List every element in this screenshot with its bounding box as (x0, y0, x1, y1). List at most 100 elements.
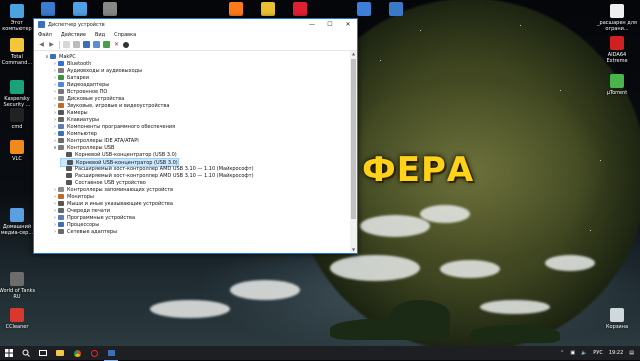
update-driver-icon[interactable] (103, 41, 110, 48)
tree-item[interactable]: › Bluetooth (52, 60, 91, 67)
menu-bar: Файл Действие Вид Справка (34, 30, 357, 39)
tree-item[interactable]: › Клавиатуры (52, 116, 99, 123)
tree-root[interactable]: ∨ MakPC (44, 53, 76, 60)
tree-item[interactable]: › Встроенное ПО (52, 88, 107, 95)
desktop-shortcut[interactable]: Kaspersky Security ... (0, 80, 37, 108)
tree-item[interactable]: › Очереди печати (52, 207, 110, 214)
tree-item[interactable]: › Видеоадаптеры (52, 81, 109, 88)
properties-icon[interactable] (63, 41, 70, 48)
help-icon[interactable] (83, 41, 90, 48)
tree-item[interactable]: › Мыши и иные указывающие устройства (52, 200, 173, 207)
desktop-shortcut[interactable]: World of Tanks RU (0, 272, 37, 300)
scroll-up-icon[interactable]: ▲ (350, 51, 357, 57)
tree-item[interactable]: ∨ Контроллеры USB (52, 144, 114, 151)
desktop-shortcut[interactable]: AIDA64 Extreme (597, 36, 637, 64)
scroll-down-icon[interactable]: ▼ (350, 247, 357, 253)
desktop-shortcut[interactable] (388, 2, 404, 18)
desktop-shortcut[interactable] (356, 2, 372, 18)
menu-file[interactable]: Файл (38, 32, 52, 38)
tree-item[interactable]: › Аудиовходы и аудиовыходы (52, 67, 142, 74)
desktop-shortcut[interactable]: VLC (0, 140, 37, 162)
desktop-shortcut[interactable] (72, 2, 88, 18)
back-arrow-icon[interactable]: ◀ (38, 41, 45, 48)
tree-item[interactable]: › Камеры (52, 109, 88, 116)
disable-icon[interactable] (123, 41, 129, 48)
desktop-shortcut[interactable] (292, 2, 308, 18)
opera-icon[interactable] (87, 346, 101, 360)
forward-arrow-icon[interactable]: ▶ (48, 41, 55, 48)
view-icon[interactable] (73, 41, 80, 48)
tree-item[interactable]: › Мониторы (52, 193, 94, 200)
device-category-icon (58, 145, 64, 150)
desktop-shortcut[interactable]: cmd (0, 108, 37, 130)
device-category-icon (58, 89, 64, 94)
tree-item-label: Контроллеры IDE ATA/ATAPI (67, 137, 139, 144)
tree-item-label: Очереди печати (67, 207, 111, 214)
desktop-shortcut[interactable]: _расшарен для ограни... (597, 4, 637, 32)
network-icon[interactable]: ▣ (570, 350, 575, 356)
device-category-icon (58, 194, 64, 199)
task-view-icon[interactable] (36, 346, 50, 360)
tree-usb-device[interactable]: Корневой USB-концентратор (USB 3.0) (60, 151, 177, 158)
desktop-shortcut[interactable] (228, 2, 244, 18)
scan-hardware-icon[interactable] (93, 41, 100, 48)
tree-item-label: Клавиатуры (67, 116, 100, 123)
desktop-shortcut[interactable] (40, 2, 56, 18)
desktop-shortcut[interactable]: Total Command... (0, 38, 37, 66)
desktop-shortcut[interactable] (260, 2, 276, 18)
close-button[interactable]: ✕ (339, 19, 357, 30)
device-tree: ∨ MakPC › Bluetooth › Аудиовходы и аудиовыход… (34, 51, 350, 253)
desktop-shortcut[interactable]: µTorrent (597, 74, 637, 96)
tree-item[interactable]: › Компоненты программного обеспечения (52, 123, 175, 130)
tree-item[interactable]: › Контроллеры IDE ATA/ATAPI (52, 137, 139, 144)
desktop-shortcut[interactable]: Домашний медиа-сер... (0, 208, 37, 236)
notifications-icon[interactable]: ▤ (629, 350, 634, 356)
shortcut-icon (261, 2, 275, 16)
scroll-thumb[interactable] (351, 59, 356, 219)
toolbar: ◀ ▶ ✕ (34, 39, 357, 51)
tree-item[interactable]: › Дисковые устройства (52, 95, 124, 102)
desktop-shortcut[interactable]: Этот компьютер (0, 4, 37, 32)
tree-item[interactable]: › Контроллеры запоминающих устройств (52, 186, 173, 193)
volume-icon[interactable]: 🔈 (581, 350, 587, 356)
desktop-shortcut[interactable]: Корзина (597, 308, 637, 330)
tree-item[interactable]: › Сетевые адаптеры (52, 228, 117, 235)
menu-action[interactable]: Действие (61, 32, 86, 38)
menu-view[interactable]: Вид (95, 32, 105, 38)
tree-usb-device[interactable]: Расширяемый хост-контроллер AMD USB 3.10… (60, 165, 254, 172)
search-icon[interactable] (19, 346, 33, 360)
tree-item-label: Программные устройства (67, 214, 136, 221)
minimize-button[interactable]: — (303, 19, 321, 30)
device-category-icon (50, 54, 56, 59)
vertical-scrollbar[interactable]: ▲ ▼ (350, 51, 357, 253)
tree-item-label: Камеры (67, 109, 88, 116)
explorer-icon[interactable] (53, 346, 67, 360)
maximize-button[interactable]: ☐ (321, 19, 339, 30)
device-manager-taskbar-icon[interactable] (104, 346, 118, 361)
tree-item-label: Компьютер (67, 130, 97, 137)
shortcut-label: Домашний медиа-сер... (0, 224, 34, 236)
clock[interactable]: 19:22 (609, 350, 623, 356)
title-bar[interactable]: Диспетчер устройств — ☐ ✕ (34, 19, 357, 30)
shortcut-icon (293, 2, 307, 16)
device-category-icon (66, 173, 72, 178)
tree-item[interactable]: › Процессоры (52, 221, 99, 228)
tree-usb-device[interactable]: Расширяемый хост-контроллер AMD USB 3.10… (60, 172, 254, 179)
tree-item[interactable]: › Программные устройства (52, 214, 135, 221)
shortcut-icon (10, 140, 24, 154)
tree-item[interactable]: › Батареи (52, 74, 89, 81)
tree-item-label: Дисковые устройства (67, 95, 125, 102)
chevron-up-icon[interactable]: ⌃ (560, 350, 564, 356)
start-icon[interactable] (2, 346, 16, 360)
tree-usb-device[interactable]: Составное USB устройство (60, 179, 146, 186)
device-manager-window[interactable]: Диспетчер устройств — ☐ ✕ Файл Действие … (33, 18, 358, 254)
chrome-icon[interactable] (70, 346, 84, 360)
tree-item[interactable]: › Звуковые, игровые и видеоустройства (52, 102, 169, 109)
tree-item[interactable]: › Компьютер (52, 130, 97, 137)
tree-item-label: Корневой USB-концентратор (USB 3.0) (75, 151, 177, 158)
language-indicator[interactable]: РУС (593, 350, 603, 356)
desktop-shortcut[interactable]: CCleaner (0, 308, 37, 330)
desktop-shortcut[interactable] (102, 2, 118, 18)
menu-help[interactable]: Справка (114, 32, 136, 38)
uninstall-icon[interactable]: ✕ (113, 41, 120, 48)
